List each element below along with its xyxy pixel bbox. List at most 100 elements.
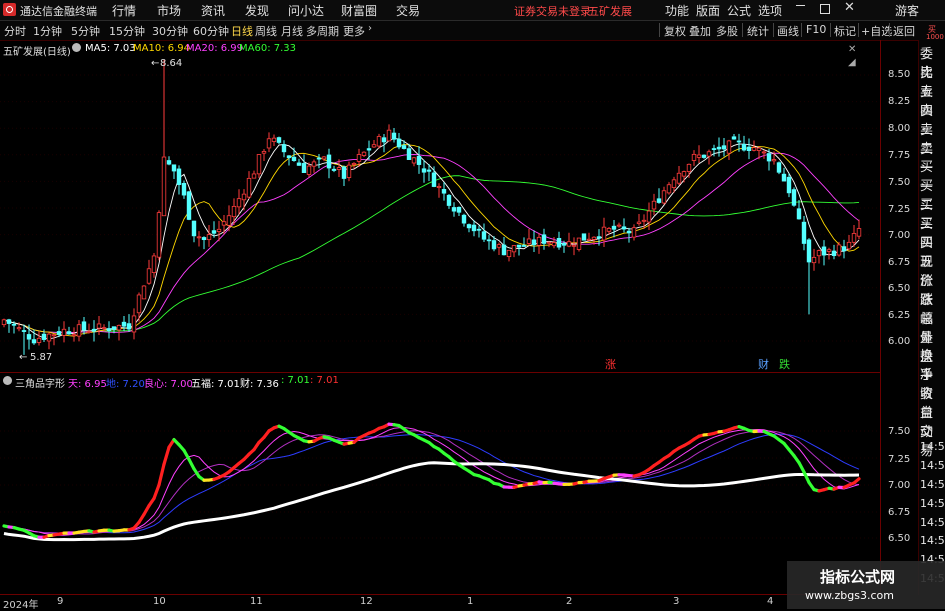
candle-body [17, 328, 21, 329]
candle-body [802, 222, 806, 243]
tool-overlay[interactable]: 叠加 [689, 23, 711, 39]
side-item[interactable]: 14:56 [920, 440, 945, 453]
ma-path [4, 153, 859, 332]
ma5-line [4, 138, 859, 338]
candle-body [772, 160, 776, 161]
y-tick: 7.50 [888, 426, 910, 437]
candle-body [762, 152, 766, 153]
tool-back[interactable]: 返回 [893, 23, 915, 39]
x-label: 3 [673, 596, 679, 607]
candle-body [497, 245, 501, 248]
candlestick-chart[interactable]: 8.64 5.87 ← ← 涨 财 跌 [0, 40, 880, 372]
tool-fuquan[interactable]: 复权 [664, 23, 686, 39]
menu-options[interactable]: 选项 [758, 2, 782, 19]
candle-body [337, 168, 341, 170]
guest-login[interactable]: 游客 [895, 2, 919, 19]
period-monthly[interactable]: 月线 [281, 23, 303, 39]
menu-formula[interactable]: 公式 [727, 2, 751, 19]
menu-assistant[interactable]: 问小达 [288, 2, 324, 19]
login-notice[interactable]: 证券交易未登录 [514, 3, 591, 19]
candle-body [817, 251, 821, 256]
candle-body [387, 130, 391, 141]
side-item[interactable]: 14:56 [920, 497, 945, 510]
x-axis [0, 594, 880, 610]
close-icon[interactable]: ✕ [844, 0, 855, 15]
candle-body [572, 245, 576, 246]
candle-body [832, 251, 836, 256]
candle-body [632, 228, 636, 237]
menu-trade[interactable]: 交易 [396, 2, 420, 19]
candle-body [672, 180, 676, 188]
menu-news[interactable]: 资讯 [201, 2, 225, 19]
tool-multistock[interactable]: 多股 [716, 23, 738, 39]
side-item[interactable]: 14:56 [920, 459, 945, 472]
y-tick: 8.25 [888, 96, 910, 107]
candle-body [457, 207, 461, 212]
period-fenshi[interactable]: 分时 [4, 23, 26, 39]
y-tick: 6.50 [888, 533, 910, 544]
candle-body [247, 178, 251, 197]
candle-body [717, 147, 721, 149]
app-logo-icon [3, 3, 16, 16]
period-15min[interactable]: 15分钟 [109, 23, 145, 39]
minimize-icon[interactable] [796, 5, 805, 6]
tool-stats[interactable]: 统计 [747, 23, 769, 39]
candle-body [422, 169, 426, 172]
menu-wealth[interactable]: 财富圈 [341, 2, 377, 19]
y-tick: 7.25 [888, 204, 910, 215]
wufu-segment [159, 464, 164, 485]
menu-market-quote[interactable]: 行情 [112, 2, 136, 19]
candle-body [177, 169, 181, 185]
period-weekly[interactable]: 周线 [255, 23, 277, 39]
side-item[interactable]: 14:56 [920, 534, 945, 547]
chevron-right-icon[interactable]: › [368, 23, 372, 34]
candle-body [57, 332, 61, 335]
candle-body [472, 225, 476, 231]
candle-body [517, 245, 521, 247]
maximize-icon[interactable] [820, 4, 830, 14]
candle-body [172, 165, 176, 171]
candle-body [97, 324, 101, 328]
candle-body [512, 246, 516, 252]
menu-function[interactable]: 功能 [665, 2, 689, 19]
candle-body [492, 241, 496, 249]
period-5min[interactable]: 5分钟 [71, 23, 100, 39]
candle-body [367, 149, 371, 150]
side-item[interactable]: 14:56 [920, 516, 945, 529]
candle-body [612, 226, 616, 229]
candle-body [127, 324, 131, 329]
menu-market[interactable]: 市场 [157, 2, 181, 19]
candle-body [327, 155, 331, 168]
side-item[interactable]: 14:56 [920, 478, 945, 491]
menu-discover[interactable]: 发现 [245, 2, 269, 19]
period-30min[interactable]: 30分钟 [152, 23, 188, 39]
candle-body [277, 138, 281, 143]
toolbar-divider [742, 23, 743, 37]
toolbar-divider [830, 23, 831, 37]
tool-f10[interactable]: F10 [806, 23, 826, 36]
period-1min[interactable]: 1分钟 [33, 23, 62, 39]
candle-body [487, 240, 491, 241]
period-more[interactable]: 更多 [343, 23, 365, 39]
candle-body [787, 177, 791, 193]
candle-body [132, 316, 136, 332]
menu-layout[interactable]: 版面 [696, 2, 720, 19]
candle-body [72, 335, 76, 336]
period-multi[interactable]: 多周期 [306, 23, 339, 39]
candle-body [627, 231, 631, 233]
wufu-segment [154, 485, 159, 499]
candle-body [82, 322, 86, 330]
tool-draw[interactable]: 画线 [777, 23, 799, 39]
candle-body [617, 225, 621, 226]
indicator-chart[interactable] [0, 373, 880, 593]
candle-body [107, 329, 111, 331]
y-tick: 6.50 [888, 283, 910, 294]
period-60min[interactable]: 60分钟 [193, 23, 229, 39]
x-label: 10 [153, 596, 166, 607]
period-daily[interactable]: 日线 [231, 23, 253, 39]
candle-body [397, 139, 401, 147]
toolbar-divider [858, 23, 859, 37]
tool-add-watch[interactable]: +自选 [861, 23, 892, 39]
tool-mark[interactable]: 标记 [834, 23, 856, 39]
candle-body [667, 185, 671, 193]
